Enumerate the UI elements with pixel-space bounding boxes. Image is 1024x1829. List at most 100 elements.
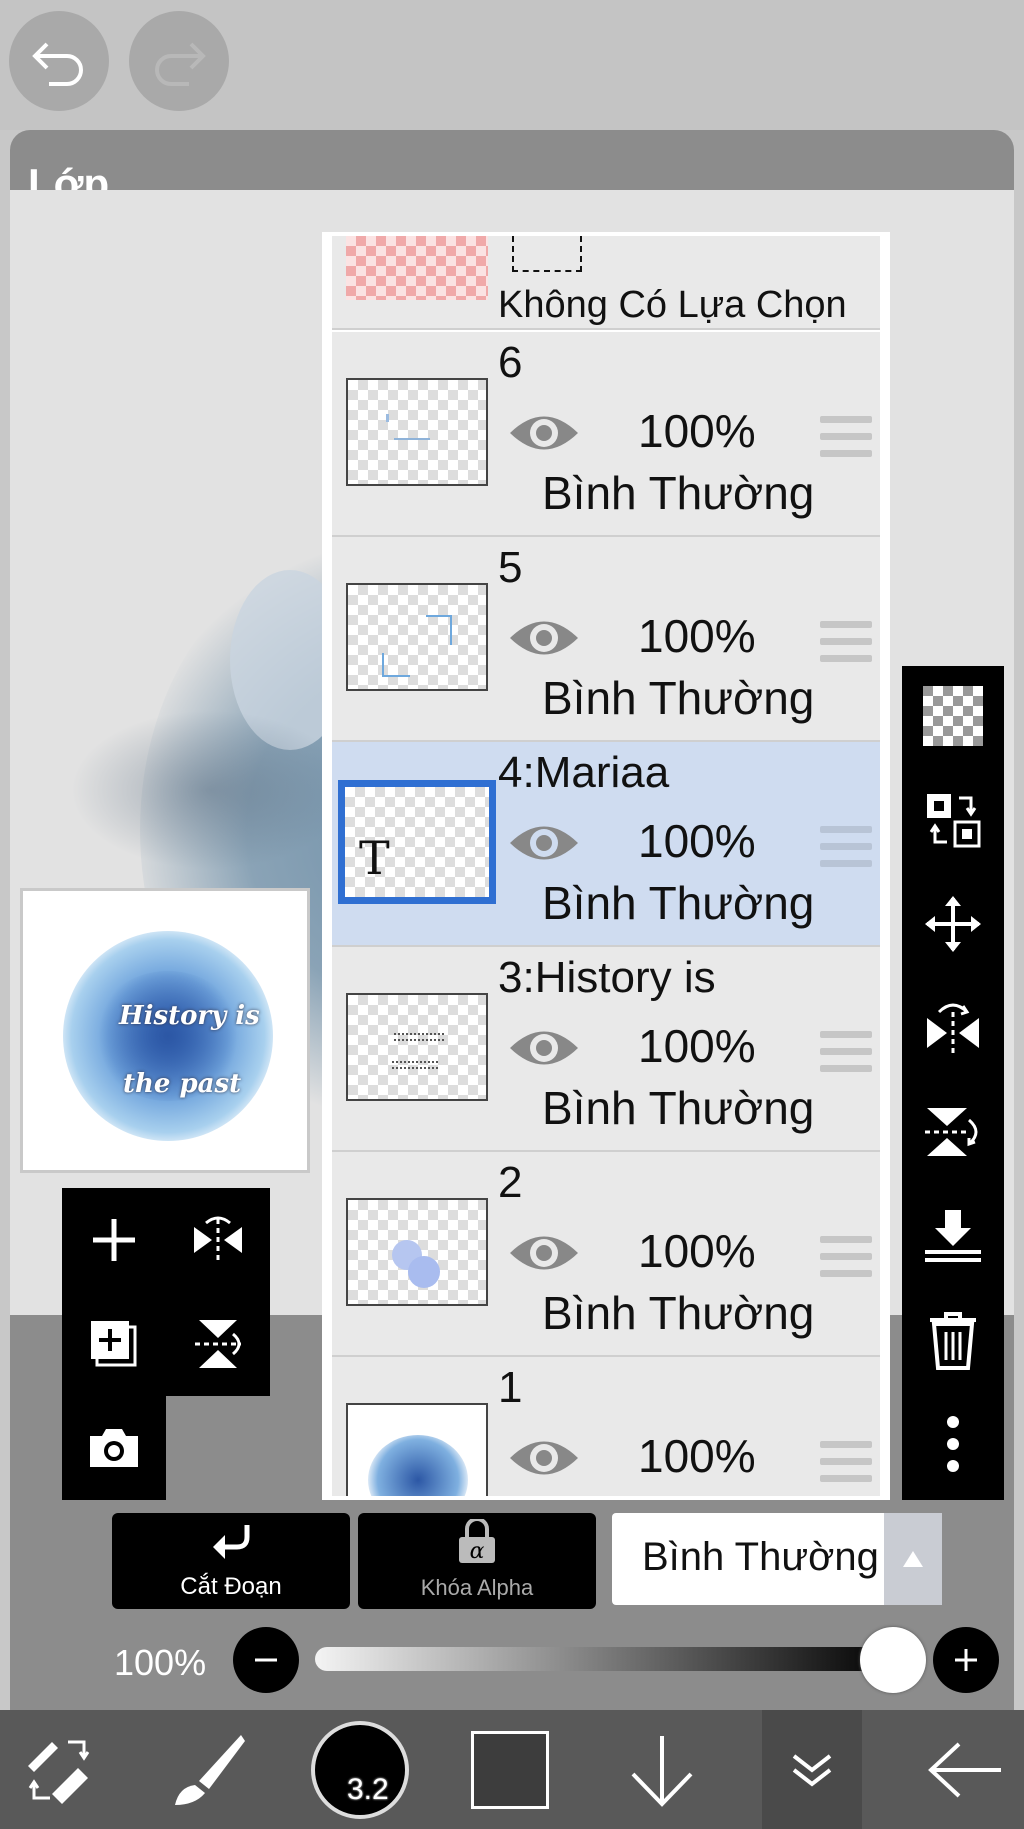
- layer-opacity: 100%: [638, 815, 756, 867]
- merge-down-button[interactable]: [902, 1186, 1004, 1286]
- lock-icon: α: [459, 1519, 495, 1564]
- camera-import-button[interactable]: [62, 1396, 166, 1500]
- eye-icon[interactable]: [508, 408, 580, 458]
- clipping-button[interactable]: Cắt Đoạn: [112, 1513, 350, 1609]
- flip-horizontal-icon: [927, 1003, 979, 1056]
- blend-mode-select[interactable]: Bình Thường: [612, 1513, 942, 1605]
- merge-down-icon: [925, 1210, 981, 1262]
- layer-blend-mode: Bình Thường: [542, 467, 815, 519]
- clip-arrow-icon: [213, 1525, 250, 1559]
- drag-handle-icon[interactable]: [820, 826, 872, 877]
- opacity-slider-knob[interactable]: [860, 1627, 926, 1693]
- trash-icon: [930, 1312, 976, 1370]
- undo-icon: [32, 42, 83, 86]
- opacity-decrease-button[interactable]: [233, 1627, 299, 1693]
- drag-handle-icon[interactable]: [820, 416, 872, 467]
- layer-opacity: 100%: [638, 405, 756, 457]
- eye-icon[interactable]: [508, 818, 580, 868]
- checkerboard-icon: [923, 686, 983, 746]
- layer-row[interactable]: 3:History is 100% Bình Thường: [332, 947, 880, 1152]
- alpha-lock-label: Khóa Alpha: [420, 1575, 534, 1600]
- drag-handle-icon[interactable]: [820, 1441, 872, 1492]
- move-icon: [925, 896, 981, 952]
- duplicate-layer-button[interactable]: [62, 1292, 166, 1396]
- flip-horizontal-button[interactable]: [166, 1188, 270, 1292]
- layer-name: 4:Mariaa: [498, 748, 670, 797]
- layer-blend-mode: Bình Thường: [542, 1082, 815, 1134]
- chevron-double-down-icon: [792, 1753, 832, 1787]
- layer-name: 1: [498, 1363, 523, 1412]
- drag-handle-icon[interactable]: [820, 1031, 872, 1082]
- alpha-lock-button[interactable]: α Khóa Alpha: [358, 1513, 596, 1609]
- layer-blend-mode: Bình Thường: [542, 877, 815, 929]
- duplicate-icon: [91, 1321, 137, 1367]
- swap-layer-button[interactable]: [902, 770, 1004, 870]
- color-picker-button[interactable]: [470, 1710, 550, 1829]
- layer-row[interactable]: 1 100%: [332, 1357, 880, 1496]
- brush-icon: [175, 1734, 245, 1805]
- brush-eraser-swap-icon: [28, 1740, 90, 1804]
- eye-icon[interactable]: [508, 1228, 580, 1278]
- brush-tool-button[interactable]: [168, 1710, 248, 1829]
- layer-opacity: 100%: [638, 1430, 756, 1482]
- selection-thumbnail: [346, 236, 488, 300]
- layer-opacity: 100%: [638, 1020, 756, 1072]
- undo-button[interactable]: [9, 11, 109, 111]
- layer-row[interactable]: 6 100% Bình Thường: [332, 332, 880, 537]
- layer-name: 5: [498, 543, 523, 592]
- blend-mode-value: Bình Thường: [642, 1535, 879, 1579]
- top-bar: [0, 0, 1024, 130]
- brush-size-circle-icon: 3.2: [311, 1720, 409, 1819]
- flip-vertical-icon: [195, 1320, 241, 1368]
- camera-icon: [90, 1429, 138, 1467]
- layer-list[interactable]: Không Có Lựa Chọn 6 100% Bình Thường 5 1…: [322, 232, 890, 1500]
- opacity-increase-button[interactable]: [933, 1627, 999, 1693]
- layer-row[interactable]: 2 100% Bình Thường: [332, 1152, 880, 1357]
- layer-blend-mode: Bình Thường: [542, 672, 815, 724]
- flip-vertical-button[interactable]: [166, 1292, 270, 1396]
- layer-thumbnail: [346, 583, 488, 691]
- bottom-toolbar: 3.2: [0, 1710, 1024, 1829]
- layer-name: 3:History is: [498, 953, 716, 1002]
- layer-row-selected[interactable]: T 4:Mariaa 100% Bình Thường: [332, 742, 880, 947]
- drag-handle-icon[interactable]: [820, 1236, 872, 1287]
- canvas-preview[interactable]: History is the past: [20, 888, 310, 1173]
- layer-row[interactable]: 5 100% Bình Thường: [332, 537, 880, 742]
- chevron-up-icon[interactable]: [884, 1513, 942, 1605]
- opacity-slider[interactable]: [315, 1647, 895, 1671]
- clipping-label: Cắt Đoạn: [180, 1573, 282, 1600]
- layer-thumbnail: [346, 993, 488, 1101]
- layer-name: 2: [498, 1158, 523, 1207]
- layer-thumbnail: [346, 378, 488, 486]
- flip-vertical-layer-button[interactable]: [902, 1082, 1004, 1182]
- selection-label: Không Có Lựa Chọn: [498, 284, 847, 326]
- delete-layer-button[interactable]: [902, 1290, 1004, 1390]
- eye-icon[interactable]: [508, 613, 580, 663]
- selection-layer-row[interactable]: Không Có Lựa Chọn: [332, 236, 880, 330]
- arrow-down-icon: [631, 1735, 693, 1807]
- plus-icon: [955, 1649, 977, 1671]
- more-options-button[interactable]: [902, 1394, 1004, 1494]
- swap-icon: [927, 794, 981, 848]
- add-layer-button[interactable]: [62, 1188, 166, 1292]
- back-button[interactable]: [920, 1710, 1010, 1829]
- flip-vertical-icon: [925, 1108, 978, 1156]
- redo-button[interactable]: [129, 11, 229, 111]
- transparency-button[interactable]: [902, 666, 1004, 766]
- layer-thumbnail: [346, 1198, 488, 1306]
- eye-icon[interactable]: [508, 1433, 580, 1483]
- plus-icon: [93, 1219, 135, 1261]
- layer-down-button[interactable]: [622, 1710, 702, 1829]
- opacity-row: 100%: [0, 1620, 1024, 1700]
- drag-handle-icon[interactable]: [820, 621, 872, 672]
- more-vertical-icon: [947, 1416, 959, 1472]
- paint-splash: [70, 710, 350, 870]
- eye-icon[interactable]: [508, 1023, 580, 1073]
- transform-tool-button[interactable]: [20, 1710, 100, 1829]
- move-layer-button[interactable]: [902, 874, 1004, 974]
- layer-thumbnail: [346, 1403, 488, 1496]
- layer-panel-toggle-button[interactable]: [762, 1710, 862, 1829]
- layer-thumbnail: T: [338, 780, 496, 904]
- brush-size-button[interactable]: 3.2: [308, 1710, 412, 1829]
- flip-horizontal-layer-button[interactable]: [902, 978, 1004, 1078]
